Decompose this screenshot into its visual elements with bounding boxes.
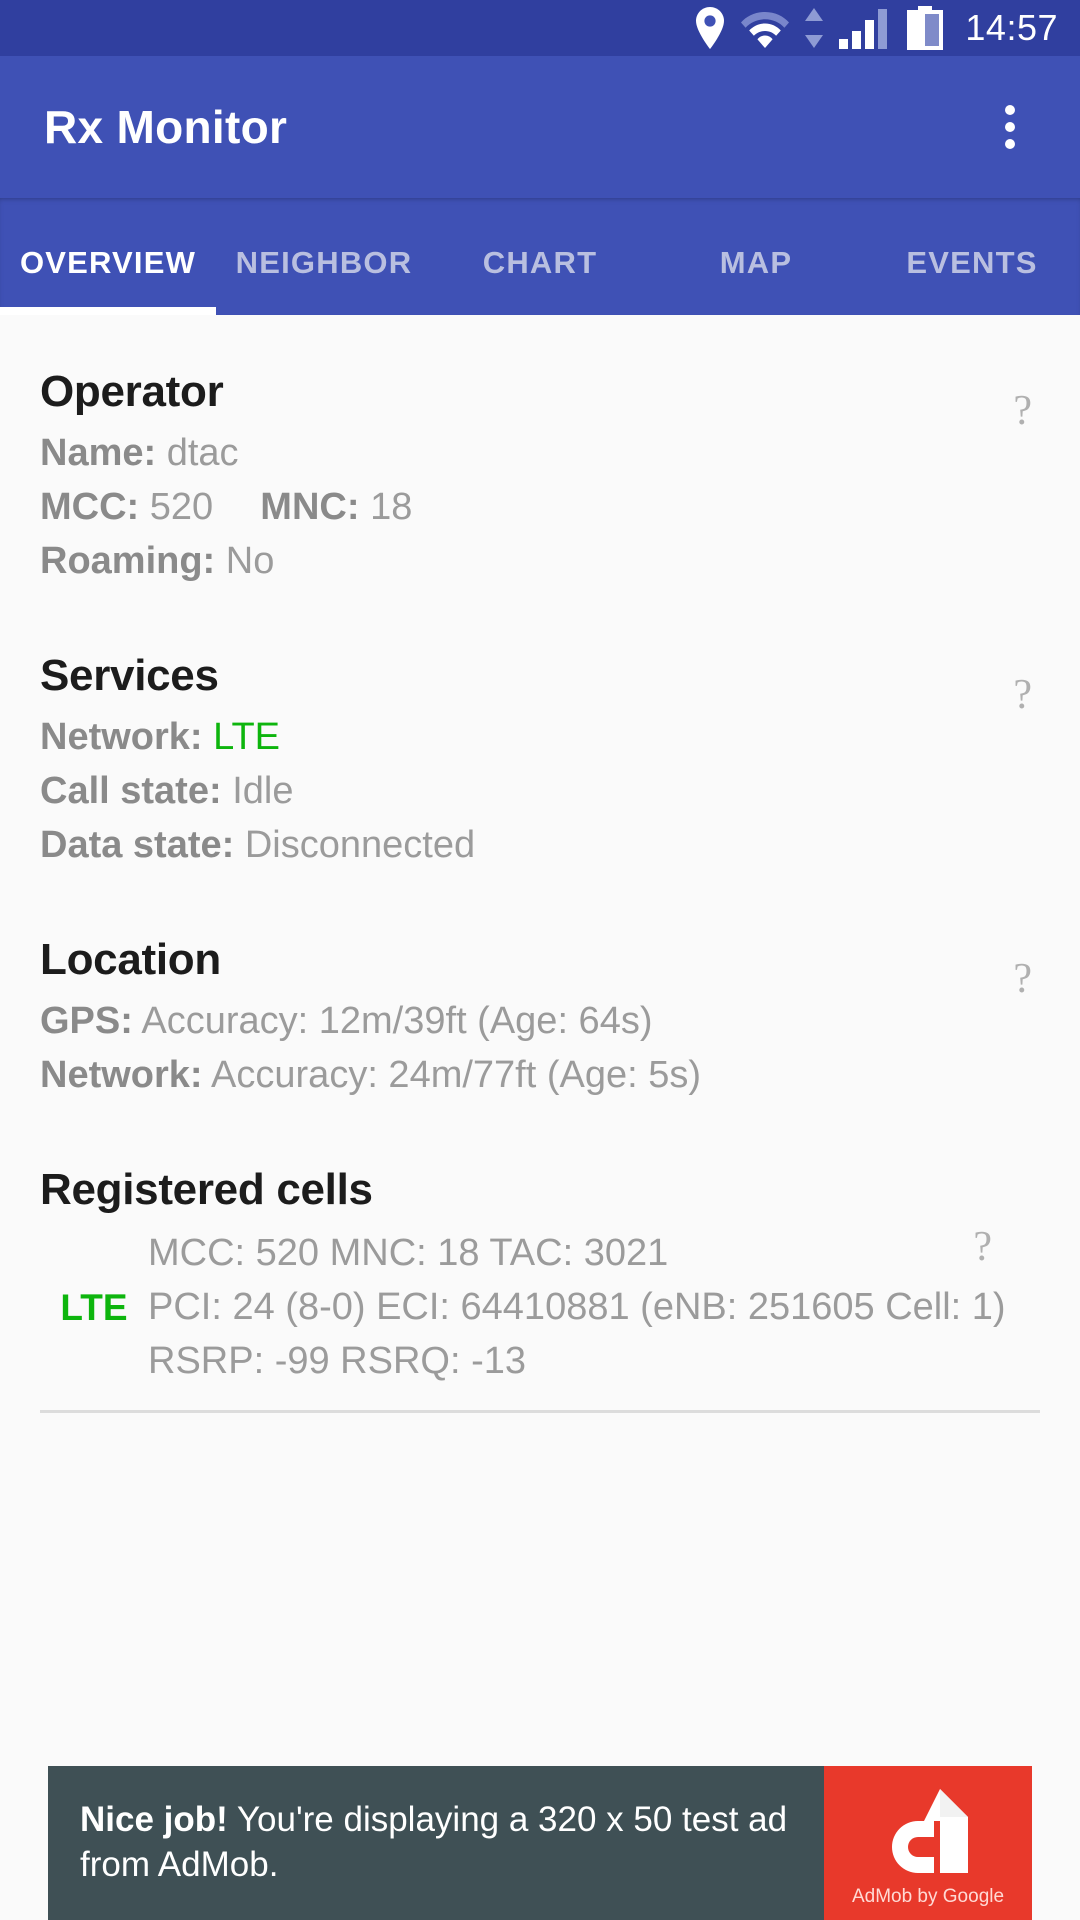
registered-cells-section: Registered cells bbox=[0, 1103, 1080, 1215]
admob-logo-panel: AdMob by Google bbox=[824, 1766, 1032, 1920]
operator-mnc-value: 18 bbox=[370, 485, 413, 528]
cell-technology-badge: LTE bbox=[60, 1286, 128, 1328]
admob-logo-caption: AdMob by Google bbox=[851, 1885, 1005, 1907]
cell-identity-line: MCC: 520 MNC: 18 TAC: 3021 bbox=[148, 1231, 669, 1274]
tab-overview[interactable]: OVERVIEW bbox=[0, 245, 216, 315]
cell-details: MCC: 520 MNC: 18 TAC: 3021 PCI: 24 (8-0)… bbox=[148, 1227, 1040, 1389]
services-data-state-value: Disconnected bbox=[244, 823, 476, 866]
wifi-icon bbox=[741, 8, 790, 48]
services-call-state-row: Call state: Idle bbox=[40, 765, 1040, 819]
operator-roaming-label: Roaming: bbox=[40, 539, 216, 582]
services-data-state-row: Data state: Disconnected bbox=[40, 819, 1040, 873]
location-network-label: Network: bbox=[40, 1053, 203, 1096]
signal-bars-icon bbox=[839, 7, 891, 49]
registered-cells-list: LTE MCC: 520 MNC: 18 TAC: 3021 PCI: 24 (… bbox=[0, 1224, 1080, 1389]
operator-roaming-row: Roaming: No bbox=[40, 535, 1040, 589]
battery-icon bbox=[905, 6, 945, 50]
operator-mcc-mnc-row: MCC: 520 MNC: 18 bbox=[40, 481, 1040, 535]
operator-name-row: Name: dtac bbox=[40, 427, 1040, 481]
services-network-row: Network: LTE bbox=[40, 711, 1040, 765]
location-gps-value: Accuracy: 12m/39ft (Age: 64s) bbox=[141, 999, 653, 1042]
location-pin-icon bbox=[693, 7, 727, 49]
app-window: 14:57 Rx Monitor OVERVIEW NEIGHBOR CHART… bbox=[0, 0, 1080, 1920]
services-data-state-label: Data state: bbox=[40, 823, 235, 866]
overview-content: Operator ? Name: dtac MCC: 520 MNC: 18 R… bbox=[0, 315, 1080, 1920]
status-bar-clock: 14:57 bbox=[965, 7, 1058, 48]
location-gps-label: GPS: bbox=[40, 999, 133, 1042]
operator-help-icon[interactable]: ? bbox=[1013, 387, 1032, 435]
operator-mcc-value: 520 bbox=[149, 485, 214, 528]
tab-neighbor[interactable]: NEIGHBOR bbox=[216, 245, 432, 315]
operator-mnc-label: MNC: bbox=[260, 485, 360, 528]
registered-cells-help-icon[interactable]: ? bbox=[973, 1223, 992, 1271]
data-transfer-icon bbox=[803, 7, 825, 49]
location-network-value: Accuracy: 24m/77ft (Age: 5s) bbox=[211, 1053, 702, 1096]
overflow-menu-icon[interactable] bbox=[982, 99, 1038, 155]
services-help-icon[interactable]: ? bbox=[1013, 671, 1032, 719]
tab-chart[interactable]: CHART bbox=[432, 245, 648, 315]
admob-logo-icon bbox=[872, 1785, 984, 1882]
cell-list-divider bbox=[40, 1410, 1040, 1414]
cell-pci-eci-line: PCI: 24 (8-0) ECI: 64410881 (eNB: 251605… bbox=[148, 1285, 1006, 1328]
services-call-state-value: Idle bbox=[232, 769, 294, 812]
operator-mcc-label: MCC: bbox=[40, 485, 140, 528]
tab-events[interactable]: EVENTS bbox=[864, 245, 1080, 315]
page-title: Rx Monitor bbox=[44, 101, 288, 153]
registered-cells-title: Registered cells bbox=[40, 1164, 373, 1214]
operator-name-value: dtac bbox=[166, 432, 239, 474]
services-network-value: LTE bbox=[213, 715, 281, 758]
operator-name-label: Name: bbox=[40, 432, 157, 474]
tab-bar: OVERVIEW NEIGHBOR CHART MAP EVENTS bbox=[0, 198, 1080, 315]
location-network-row: Network: Accuracy: 24m/77ft (Age: 5s) bbox=[40, 1049, 1040, 1103]
services-section: Services ? Network: LTE Call state: Idle… bbox=[0, 589, 1080, 873]
location-gps-row: GPS: Accuracy: 12m/39ft (Age: 64s) bbox=[40, 995, 1040, 1049]
location-section-title: Location bbox=[40, 934, 221, 984]
ad-banner-text: Nice job! You're displaying a 320 x 50 t… bbox=[48, 1766, 824, 1920]
operator-section: Operator ? Name: dtac MCC: 520 MNC: 18 R… bbox=[0, 315, 1080, 589]
operator-roaming-value: No bbox=[225, 539, 275, 582]
operator-section-title: Operator bbox=[40, 367, 224, 416]
cell-signal-line: RSRP: -99 RSRQ: -13 bbox=[148, 1339, 526, 1382]
services-network-label: Network: bbox=[40, 715, 203, 758]
tab-map[interactable]: MAP bbox=[648, 245, 864, 315]
services-call-state-label: Call state: bbox=[40, 769, 222, 812]
app-bar: Rx Monitor bbox=[0, 56, 1080, 198]
status-bar: 14:57 bbox=[0, 0, 1080, 56]
location-help-icon[interactable]: ? bbox=[1013, 955, 1032, 1003]
ad-headline: Nice job! bbox=[80, 1800, 228, 1840]
location-section: Location ? GPS: Accuracy: 12m/39ft (Age:… bbox=[0, 873, 1080, 1103]
table-row[interactable]: LTE MCC: 520 MNC: 18 TAC: 3021 PCI: 24 (… bbox=[40, 1224, 1040, 1389]
ad-banner[interactable]: Nice job! You're displaying a 320 x 50 t… bbox=[48, 1766, 1032, 1920]
services-section-title: Services bbox=[40, 650, 219, 700]
